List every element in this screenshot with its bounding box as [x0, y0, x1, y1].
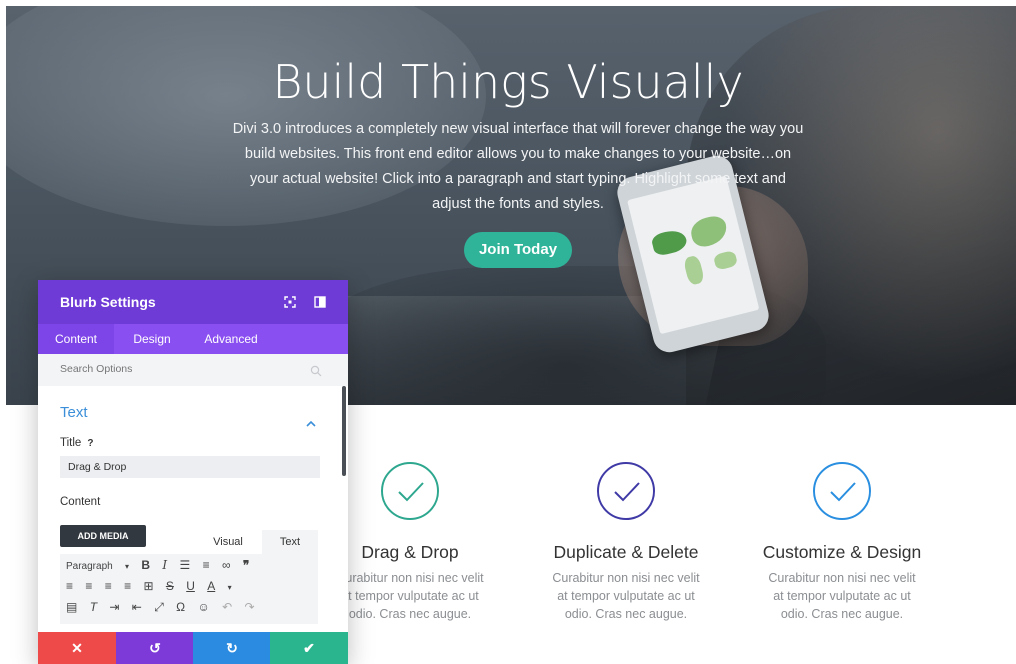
panel-title: Blurb Settings	[60, 294, 156, 310]
indent-icon[interactable]: ⇥	[109, 600, 119, 614]
chevron-up-icon[interactable]	[306, 414, 316, 432]
paste-icon[interactable]: ▤	[66, 600, 77, 614]
clear-format-icon[interactable]: T	[90, 600, 97, 614]
undo-icon: ↺	[149, 640, 161, 656]
page: Build Things Visually Divi 3.0 introduce…	[0, 0, 1016, 664]
underline-icon[interactable]: U	[186, 579, 195, 593]
emoji-icon[interactable]: ☺	[197, 600, 209, 614]
hero-body-text: Divi 3.0 introduces a completely new vis…	[232, 121, 804, 212]
panel-tabs: Content Design Advanced	[38, 324, 348, 354]
tab-design[interactable]: Design	[122, 324, 182, 354]
special-char-icon[interactable]: Ω	[176, 600, 185, 614]
link-icon[interactable]: ∞	[222, 558, 231, 572]
bullet-list-icon[interactable]: ☰	[180, 558, 191, 572]
fullscreen-icon[interactable]	[284, 295, 296, 308]
join-today-button[interactable]: Join Today	[464, 232, 572, 268]
tab-content[interactable]: Content	[38, 324, 114, 354]
dock-sidebar-icon[interactable]	[314, 295, 326, 308]
content-label: Content	[60, 496, 101, 508]
panel-header: Blurb Settings	[38, 280, 348, 324]
align-justify-icon[interactable]: ≡	[124, 579, 131, 593]
feature-text: Curabitur non nisi nec velit at tempor v…	[768, 571, 916, 621]
scrollbar[interactable]	[342, 386, 346, 476]
undo-button[interactable]: ↺	[116, 632, 194, 664]
strikethrough-icon[interactable]: S	[166, 579, 174, 593]
check-icon: ✔	[303, 640, 315, 656]
align-left-icon[interactable]: ≡	[66, 579, 73, 593]
tab-text[interactable]: Text	[262, 530, 318, 554]
search-icon[interactable]	[310, 364, 322, 382]
tab-advanced[interactable]: Advanced	[194, 324, 268, 354]
hero-title: Build Things Visually	[272, 55, 744, 109]
redo-button[interactable]: ↻	[193, 632, 271, 664]
outdent-icon[interactable]: ⇤	[132, 600, 142, 614]
title-label: Title?	[60, 437, 94, 449]
search-bar	[38, 354, 348, 386]
panel-footer: ✕ ↺ ↻ ✔	[38, 632, 348, 664]
blockquote-icon[interactable]: ❞	[243, 558, 249, 572]
editor-toolbar: Paragraph ▾ B I ☰ ≡ ∞ ❞ ≡ ≡ ≡ ≡ ⊞ S U A …	[60, 554, 318, 624]
align-center-icon[interactable]: ≡	[85, 579, 92, 593]
close-icon: ✕	[71, 640, 83, 656]
feature-text: Curabitur non nisi nec velit at tempor v…	[552, 571, 700, 621]
numbered-list-icon[interactable]: ≡	[203, 558, 210, 572]
title-field[interactable]: Drag & Drop	[60, 456, 320, 478]
undo-icon[interactable]: ↶	[222, 600, 232, 614]
redo-icon: ↻	[226, 640, 238, 656]
dropdown-arrow-icon[interactable]: ▾	[228, 583, 232, 592]
check-circle-icon	[813, 462, 871, 520]
add-media-button[interactable]: ADD MEDIA	[60, 525, 146, 547]
search-input[interactable]	[60, 363, 290, 375]
bold-icon[interactable]: B	[141, 558, 150, 572]
dropdown-arrow-icon[interactable]: ▾	[125, 562, 129, 571]
feature-title: Duplicate & Delete	[553, 542, 699, 562]
feature-title: Customize & Design	[762, 542, 922, 562]
table-icon[interactable]: ⊞	[143, 579, 153, 593]
blurb-settings-panel: Blurb Settings Content Design Advanced S…	[38, 280, 348, 664]
text-color-icon[interactable]: A	[207, 579, 215, 593]
paragraph-select[interactable]: Paragraph	[66, 561, 113, 572]
section-title: Text	[60, 404, 88, 421]
help-icon[interactable]: ?	[87, 438, 93, 449]
save-button[interactable]: ✔	[270, 632, 348, 664]
tab-visual[interactable]: Visual	[196, 530, 260, 554]
feature-duplicate-delete: Duplicate & Delete Curabitur non nisi ne…	[516, 462, 736, 623]
feature-customize-design: Customize & Design Curabitur non nisi ne…	[732, 462, 952, 623]
align-right-icon[interactable]: ≡	[105, 579, 112, 593]
close-button[interactable]: ✕	[38, 632, 116, 664]
redo-icon[interactable]: ↷	[244, 600, 254, 614]
fullscreen-editor-icon[interactable]: ⤢	[154, 600, 164, 615]
check-circle-icon	[381, 462, 439, 520]
italic-icon[interactable]: I	[162, 558, 167, 572]
check-circle-icon	[597, 462, 655, 520]
